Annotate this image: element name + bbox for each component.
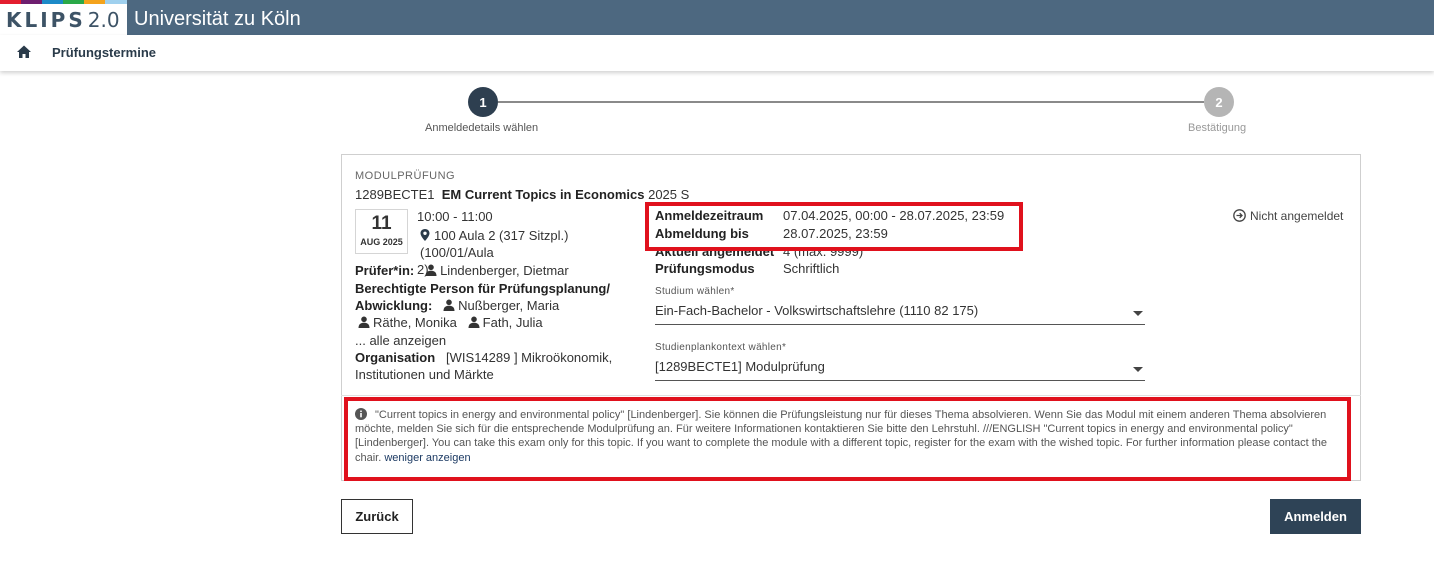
university-name: Universität zu Köln [134, 8, 301, 30]
context-select[interactable]: [1289BECTE1] Modulprüfung [655, 359, 1145, 381]
examiner-row: Prüfer*in: Lindenberger, Dietmar [355, 262, 569, 279]
exam-time: 10:00 - 11:00 [417, 209, 493, 224]
date-month: AUG 2025 [360, 237, 403, 247]
person-icon [358, 316, 370, 328]
responsible-row-2: Räthe, Monika Fath, Julia [358, 314, 543, 331]
stepper-line [498, 101, 1204, 103]
register-button[interactable]: Anmelden [1270, 499, 1361, 534]
study-select-value: Ein-Fach-Bachelor - Volkswirtschaftslehr… [655, 303, 979, 318]
course-heading: 1289BECTE1 EM Current Topics in Economic… [355, 187, 689, 202]
arrow-circle-right-icon [1233, 209, 1246, 222]
sub-navigation: Prüfungstermine [0, 35, 1434, 71]
organisation-label: Organisation [355, 350, 436, 365]
context-select-value: [1289BECTE1] Modulprüfung [655, 359, 825, 374]
chevron-down-icon [1133, 367, 1143, 372]
study-select[interactable]: Ein-Fach-Bachelor - Volkswirtschaftslehr… [655, 303, 1145, 325]
responsible-person-3[interactable]: Fath, Julia [483, 315, 543, 330]
highlight-box-dates [645, 202, 1023, 251]
organisation-value-1: [WIS14289 ] Mikroökonomik, [446, 350, 613, 365]
section-label: MODULPRÜFUNG [355, 170, 456, 182]
klips-logo[interactable]: KLIPS 2.0 [0, 4, 127, 35]
room-line-1: 100 Aula 2 (317 Sitzpl.) (100/01/Aula [420, 228, 569, 260]
responsible-row-1: Abwicklung: Nußberger, Maria [355, 297, 559, 314]
exam-date-badge: 11 AUG 2025 [355, 209, 408, 254]
responsible-label-1: Berechtigte Person für Prüfungsplanung/ [355, 281, 610, 296]
exam-mode-row: Prüfungsmodus Schriftlich [655, 261, 839, 276]
organisation-value-2: Institutionen und Märkte [355, 367, 494, 382]
examiner-label: Prüfer*in: [355, 263, 415, 278]
course-title: EM Current Topics in Economics [441, 187, 645, 202]
person-icon [425, 264, 437, 276]
person-icon [468, 316, 480, 328]
page-title: Prüfungstermine [52, 45, 157, 60]
step-2-label: Bestätigung [1188, 122, 1247, 134]
date-day: 11 [371, 213, 392, 234]
back-button[interactable]: Zurück [341, 499, 413, 534]
course-term: 2025 S [648, 187, 690, 202]
logo-version: 2.0 [87, 7, 120, 32]
responsible-label-2: Abwicklung: [355, 298, 433, 313]
home-icon[interactable] [16, 44, 32, 60]
highlight-box-notice [344, 397, 1351, 481]
person-icon [443, 299, 455, 311]
chevron-down-icon [1133, 311, 1143, 316]
examiner-name[interactable]: Lindenberger, Dietmar [440, 263, 569, 278]
exam-mode-label: Prüfungsmodus [655, 261, 755, 276]
show-all-link[interactable]: ... alle anzeigen [355, 332, 446, 349]
step-1-indicator: 1 [468, 87, 498, 117]
logo-text: KLIPS [6, 7, 86, 32]
responsible-person-1[interactable]: Nußberger, Maria [458, 298, 559, 313]
responsible-label-row: Berechtigte Person für Prüfungsplanung/ [355, 280, 610, 297]
registration-status-text: Nicht angemeldet [1250, 209, 1344, 223]
registration-status: Nicht angemeldet [1233, 209, 1343, 223]
step-2-indicator: 2 [1204, 87, 1234, 117]
step-1-label: Anmeldedetails wählen [425, 122, 539, 134]
exam-mode-value: Schriftlich [783, 261, 840, 276]
context-select-label: Studienplankontext wählen* [655, 342, 787, 353]
organisation-row: Organisation [WIS14289 ] Mikroökonomik, … [355, 349, 612, 383]
responsible-person-2[interactable]: Räthe, Monika [373, 315, 457, 330]
study-select-label: Studium wählen* [655, 286, 735, 297]
card-divider [341, 395, 1361, 396]
location-pin-icon [420, 229, 430, 241]
course-code: 1289BECTE1 [355, 187, 435, 202]
